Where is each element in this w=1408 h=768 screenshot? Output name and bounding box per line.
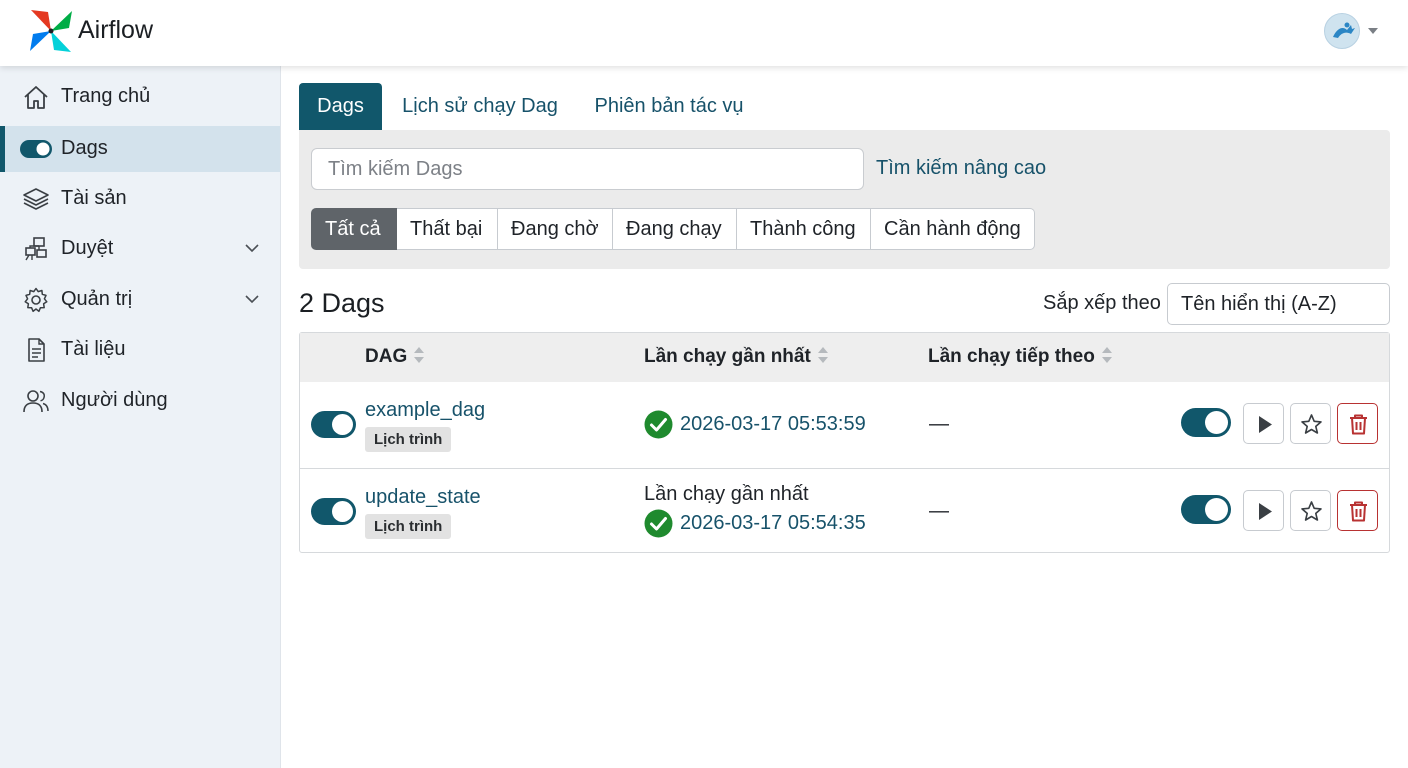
advanced-search-link[interactable]: Tìm kiếm nâng cao [876, 157, 1046, 180]
sidebar-item-admin[interactable]: Quản trị [0, 277, 280, 323]
sidebar-item-label: Người dùng [61, 389, 168, 411]
sidebar-item-label: Tài sản [61, 187, 127, 209]
filter-queued-button[interactable]: Đang chờ [498, 208, 613, 250]
tab-dags[interactable]: Dags [299, 83, 382, 130]
next-run-value: — [929, 413, 949, 435]
gear-icon [24, 287, 48, 313]
filter-failed-button[interactable]: Thất bại [397, 208, 498, 250]
sidebar-item-label: Duyệt [61, 237, 114, 259]
sidebar-item-label: Tài liệu [61, 338, 126, 360]
sort-icon [817, 346, 828, 363]
filter-all-button[interactable]: Tất cả [311, 208, 397, 250]
sort-label: Sắp xếp theo [1043, 292, 1161, 314]
browse-icon [25, 237, 47, 261]
success-check-icon [644, 509, 673, 538]
chevron-down-icon[interactable] [244, 293, 260, 305]
dag-name-link[interactable]: update_state [365, 486, 481, 509]
last-run-time-link[interactable]: 2026-03-17 05:54:35 [680, 512, 866, 535]
favorite-button[interactable] [1290, 403, 1331, 444]
last-run-time-link[interactable]: 2026-03-17 05:53:59 [680, 413, 866, 436]
filter-needs-action-button[interactable]: Cần hành động [871, 208, 1035, 250]
star-icon [1301, 501, 1322, 521]
last-run-caption: Lần chạy gần nhất [644, 483, 809, 505]
sidebar-item-users[interactable]: Người dùng [0, 378, 280, 424]
users-icon [23, 390, 49, 413]
sidebar-item-label: Trang chủ [61, 85, 151, 107]
delete-dag-button[interactable] [1337, 403, 1378, 444]
sidebar: Trang chủ Dags Tài sản Duyệt Quản trị Tà… [0, 66, 281, 768]
favorite-button[interactable] [1290, 490, 1331, 531]
filter-success-button[interactable]: Thành công [737, 208, 871, 250]
next-run-value: — [929, 500, 949, 522]
airflow-logo[interactable] [28, 8, 74, 54]
sidebar-item-label: Quản trị [61, 288, 133, 310]
top-bar: Airflow [0, 0, 1408, 66]
table-row: update_state Lịch trình Lần chạy gần nhấ… [300, 468, 1389, 554]
tab-dag-run-history[interactable]: Lịch sử chạy Dag [390, 83, 570, 130]
column-header-next-run[interactable]: Lần chạy tiếp theo [928, 346, 1113, 368]
toggle-icon [20, 140, 52, 158]
layers-icon [23, 188, 49, 210]
dag-active-toggle[interactable] [1181, 495, 1231, 524]
search-input[interactable] [311, 148, 864, 190]
dag-pause-toggle[interactable] [311, 411, 356, 438]
sort-select[interactable]: Tên hiển thị (A-Z) [1167, 283, 1390, 325]
schedule-badge: Lịch trình [365, 427, 452, 452]
dag-count-title: 2 Dags [299, 288, 385, 318]
sidebar-item-label: Dags [61, 137, 108, 159]
sort-icon [1101, 346, 1112, 363]
tab-task-instances[interactable]: Phiên bản tác vụ [584, 83, 754, 130]
document-icon [28, 338, 45, 362]
sidebar-item-docs[interactable]: Tài liệu [0, 327, 280, 373]
delete-dag-button[interactable] [1337, 490, 1378, 531]
sort-icon [414, 346, 425, 363]
trash-icon [1350, 501, 1367, 522]
play-icon [1259, 503, 1272, 520]
trash-icon [1350, 414, 1367, 435]
sidebar-item-dags[interactable]: Dags [0, 126, 280, 172]
home-icon [24, 86, 48, 109]
sidebar-item-browse[interactable]: Duyệt [0, 226, 280, 272]
chevron-down-icon[interactable] [244, 242, 260, 254]
column-header-last-run[interactable]: Lần chạy gần nhất [644, 346, 829, 368]
play-icon [1259, 416, 1272, 433]
filter-running-button[interactable]: Đang chạy [613, 208, 737, 250]
user-avatar-icon[interactable] [1324, 13, 1360, 49]
dag-name-link[interactable]: example_dag [365, 399, 485, 422]
table-row: example_dag Lịch trình 2026-03-17 05:53:… [300, 382, 1389, 468]
column-header-dag[interactable]: DAG [365, 346, 425, 368]
app-name[interactable]: Airflow [78, 16, 153, 45]
trigger-dag-button[interactable] [1243, 403, 1284, 444]
sidebar-item-home[interactable]: Trang chủ [0, 74, 280, 120]
star-icon [1301, 414, 1322, 434]
schedule-badge: Lịch trình [365, 514, 452, 539]
status-filter-group: Tất cả Thất bại Đang chờ Đang chạy Thành… [311, 208, 1035, 250]
dag-active-toggle[interactable] [1181, 408, 1231, 437]
table-header: DAG Lần chạy gần nhất Lần chạy tiếp theo [300, 333, 1389, 382]
dag-pause-toggle[interactable] [311, 498, 356, 525]
trigger-dag-button[interactable] [1243, 490, 1284, 531]
chevron-down-icon[interactable] [1368, 28, 1378, 34]
sidebar-item-assets[interactable]: Tài sản [0, 176, 280, 222]
dags-table: DAG Lần chạy gần nhất Lần chạy tiếp theo… [299, 332, 1390, 553]
success-check-icon [644, 410, 673, 439]
